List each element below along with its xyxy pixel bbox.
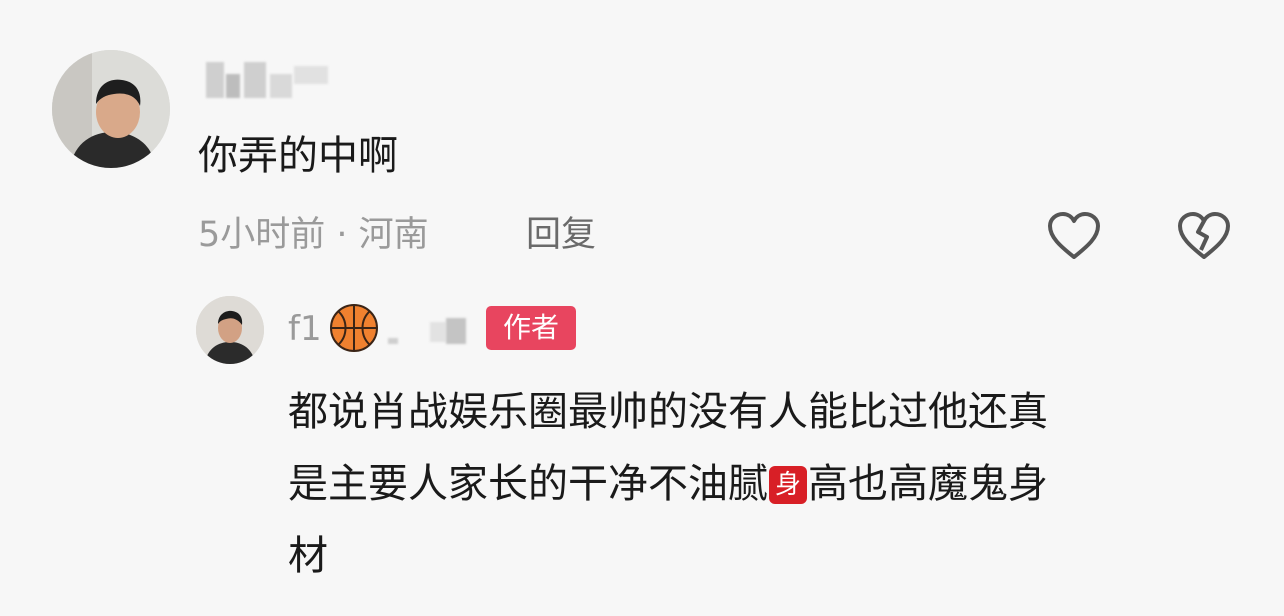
broken-heart-icon bbox=[1178, 212, 1230, 259]
inline-shen-badge: 身 bbox=[769, 466, 807, 504]
comment-thread: 你弄的中啊 5小时前 · 河南 回复 f1 作者 都说肖战娱乐圈最帅的没有人能比… bbox=[0, 0, 1284, 616]
like-button[interactable] bbox=[1046, 210, 1102, 262]
reply-button[interactable]: 回复 bbox=[526, 210, 596, 260]
author-username[interactable]: f1 bbox=[288, 306, 322, 352]
reply-text-line-2-end: 高也高魔鬼身 bbox=[808, 461, 1048, 507]
dislike-button[interactable] bbox=[1176, 210, 1232, 262]
basketball-icon bbox=[328, 302, 380, 354]
commenter-avatar[interactable] bbox=[52, 50, 170, 168]
reply-text-line-2-start: 是主要人家长的干净不油腻 bbox=[288, 461, 768, 507]
heart-outline-icon bbox=[1048, 212, 1100, 259]
author-username-redacted[interactable] bbox=[384, 314, 480, 348]
reply-text-line-3: 材 bbox=[288, 533, 328, 579]
comment-text: 你弄的中啊 bbox=[198, 133, 398, 179]
reply-text-line-1: 都说肖战娱乐圈最帅的没有人能比过他还真 bbox=[288, 389, 1048, 435]
commenter-username-redacted[interactable] bbox=[200, 60, 330, 100]
reply-text-line-2: 是主要人家长的干净不油腻身高也高魔鬼身 bbox=[288, 448, 1248, 520]
reply-text: 都说肖战娱乐圈最帅的没有人能比过他还真 是主要人家长的干净不油腻身高也高魔鬼身 … bbox=[288, 376, 1248, 592]
comment-meta-time-location: 5小时前 · 河南 bbox=[198, 215, 429, 255]
author-avatar[interactable] bbox=[196, 296, 264, 364]
author-badge: 作者 bbox=[486, 306, 576, 350]
